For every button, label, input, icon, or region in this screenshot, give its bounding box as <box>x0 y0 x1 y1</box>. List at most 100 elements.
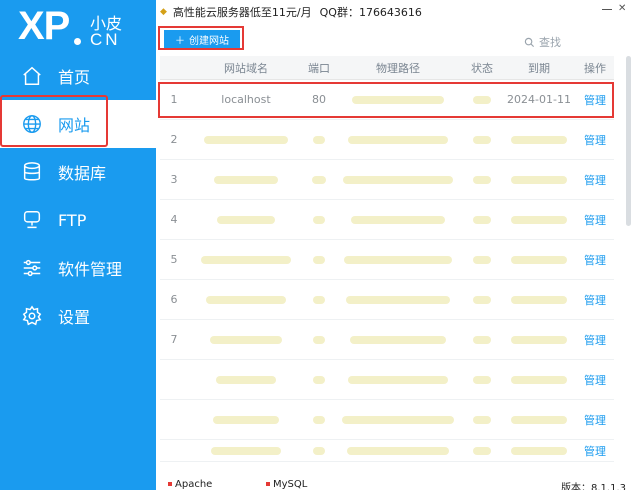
table-header: 网站域名 端口 物理路径 状态 到期 操作 <box>160 56 614 80</box>
row-port <box>304 444 334 457</box>
row-expire <box>502 413 576 426</box>
header-expire: 到期 <box>528 61 550 75</box>
row-expire <box>502 173 576 186</box>
table-row[interactable]: 6 管理 <box>160 280 614 320</box>
sidebar-item-label: 软件管理 <box>58 260 123 279</box>
close-icon[interactable]: ✕ <box>618 4 628 14</box>
row-index: 3 <box>170 173 178 186</box>
row-expire <box>502 213 576 226</box>
row-status <box>462 444 502 457</box>
table-scrollbar[interactable] <box>626 56 631 226</box>
row-domain <box>188 373 304 386</box>
header-path: 物理路径 <box>376 61 420 75</box>
gear-icon <box>20 304 44 328</box>
app-logo: XP 小皮 CN <box>18 4 152 50</box>
logo-dot <box>74 38 81 45</box>
row-domain <box>188 444 304 457</box>
diamond-icon: ◆ <box>160 7 167 17</box>
header-port: 端口 <box>308 61 330 75</box>
row-path <box>334 293 462 306</box>
row-path <box>334 213 462 226</box>
row-expire <box>502 253 576 266</box>
row-domain <box>188 213 304 226</box>
row-index: 7 <box>170 333 178 346</box>
table-row[interactable]: 管理 <box>160 400 614 440</box>
search-icon <box>524 37 535 47</box>
header-domain: 网站域名 <box>224 61 268 75</box>
row-status <box>462 333 502 346</box>
home-icon <box>20 64 44 88</box>
row-status <box>462 133 502 146</box>
row-status <box>462 293 502 306</box>
sidebar-item-label: 数据库 <box>58 164 107 183</box>
row-path <box>334 413 462 426</box>
database-icon <box>20 160 44 184</box>
table-row[interactable]: 管理 <box>160 360 614 400</box>
manage-link[interactable]: 管理 <box>576 252 614 268</box>
manage-link[interactable]: 管理 <box>576 443 614 459</box>
table-row[interactable]: 5 管理 <box>160 240 614 280</box>
row-port <box>304 373 334 386</box>
row-expire <box>502 444 576 457</box>
row-domain <box>188 173 304 186</box>
manage-link[interactable]: 管理 <box>576 372 614 388</box>
service-mysql: MySQL <box>266 479 307 490</box>
manage-link[interactable]: 管理 <box>576 172 614 188</box>
sidebar-item-settings[interactable]: 设置 <box>0 292 156 340</box>
row-path <box>334 133 462 146</box>
sidebar-item-ftp[interactable]: FTP <box>0 196 156 244</box>
search-box[interactable]: 查找 <box>524 34 561 50</box>
sidebar: XP 小皮 CN 首页 网站 数据库 FTP 软件管理 设置 <box>0 0 156 490</box>
manage-link[interactable]: 管理 <box>576 412 614 428</box>
service-mysql-label: MySQL <box>273 479 308 490</box>
row-path <box>334 253 462 266</box>
row-domain <box>188 333 304 346</box>
window-controls: ✕ <box>602 4 628 14</box>
manage-link[interactable]: 管理 <box>576 212 614 228</box>
service-apache: Apache <box>168 479 212 490</box>
table-row[interactable]: 管理 <box>160 440 614 462</box>
row-index: 6 <box>170 293 178 306</box>
sidebar-item-label: 首页 <box>58 68 91 87</box>
row-status <box>462 173 502 186</box>
qq-group-text: QQ群：176643616 <box>319 6 422 19</box>
manage-link[interactable]: 管理 <box>576 332 614 348</box>
manage-link[interactable]: 管理 <box>576 132 614 148</box>
highlight-box-button <box>158 26 244 50</box>
header-action: 操作 <box>584 61 606 75</box>
status-dot-icon <box>266 482 270 486</box>
table-row[interactable]: 2 管理 <box>160 120 614 160</box>
highlight-box-nav <box>0 95 108 147</box>
service-apache-label: Apache <box>175 479 213 490</box>
row-expire <box>502 333 576 346</box>
server-icon <box>20 208 44 232</box>
ad-text[interactable]: 高性能云服务器低至11元/月 <box>173 4 312 20</box>
row-path <box>334 173 462 186</box>
sidebar-item-label: FTP <box>58 210 87 230</box>
row-port <box>304 173 334 186</box>
row-domain <box>188 413 304 426</box>
header-status: 状态 <box>471 61 493 75</box>
table-row[interactable]: 4 管理 <box>160 200 614 240</box>
row-path <box>334 333 462 346</box>
table-row[interactable]: 7 管理 <box>160 320 614 360</box>
row-status <box>462 213 502 226</box>
sidebar-item-database[interactable]: 数据库 <box>0 148 156 196</box>
status-bar: Apache MySQL 版本：8.1.1.3 <box>156 476 632 490</box>
row-status <box>462 373 502 386</box>
table-row[interactable]: 3 管理 <box>160 160 614 200</box>
top-banner: ◆ 高性能云服务器低至11元/月 QQ群：176643616 ✕ <box>156 0 632 24</box>
row-domain <box>188 293 304 306</box>
row-path <box>334 373 462 386</box>
minimize-icon[interactable] <box>602 4 612 10</box>
row-port <box>304 333 334 346</box>
sidebar-item-software[interactable]: 软件管理 <box>0 244 156 292</box>
row-index: 4 <box>170 213 178 226</box>
row-expire <box>502 293 576 306</box>
row-expire <box>502 133 576 146</box>
manage-link[interactable]: 管理 <box>576 292 614 308</box>
row-port <box>304 213 334 226</box>
sidebar-item-home[interactable]: 首页 <box>0 52 156 100</box>
search-placeholder: 查找 <box>539 36 561 49</box>
row-expire <box>502 373 576 386</box>
